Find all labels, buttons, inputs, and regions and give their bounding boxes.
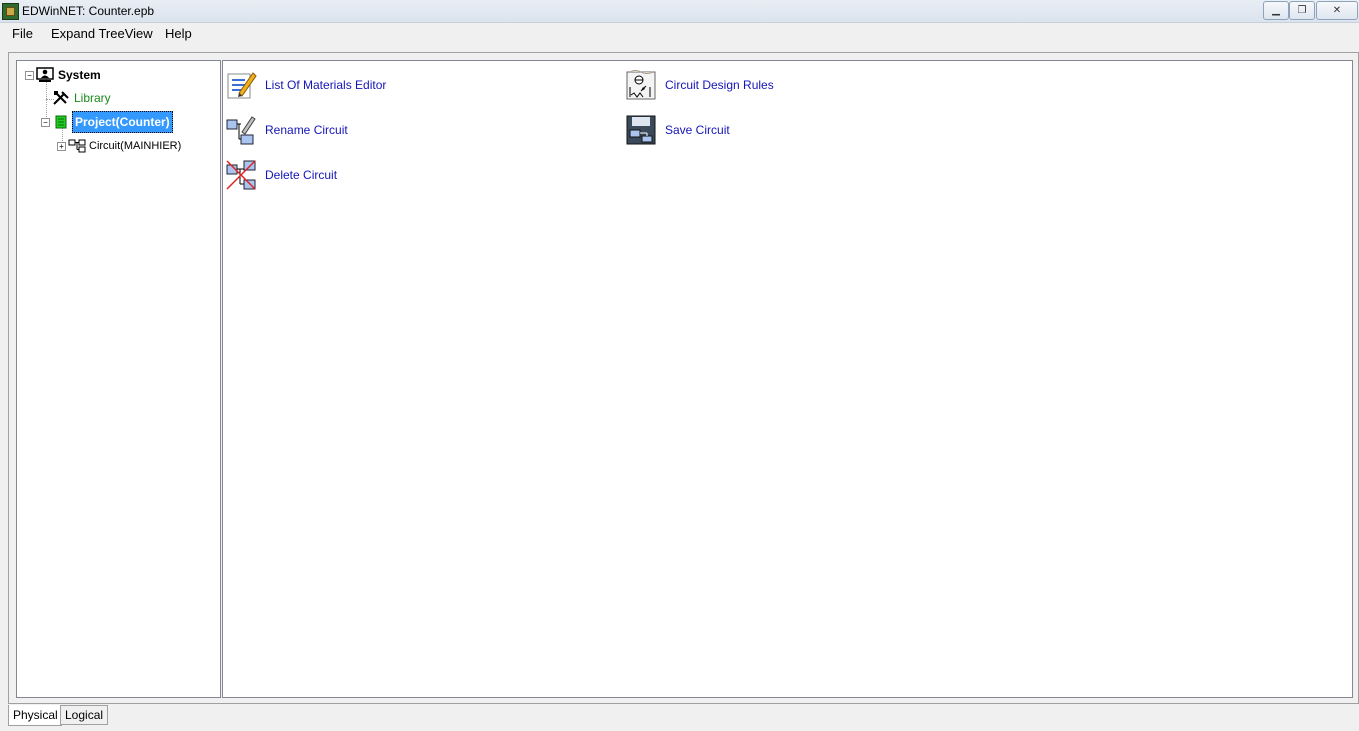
- tab-label: Physical: [13, 708, 58, 722]
- action-label: Delete Circuit: [265, 168, 338, 182]
- menu-help[interactable]: Help: [165, 26, 192, 41]
- tree-node-circuit[interactable]: + Circuit(MAINHIER): [57, 139, 181, 153]
- action-list-of-materials-editor[interactable]: List Of Materials Editor: [225, 69, 386, 101]
- tree-label-system: System: [58, 68, 101, 82]
- tab-physical[interactable]: Physical: [8, 705, 62, 726]
- app-icon: [2, 3, 19, 20]
- menu-expand-treeview[interactable]: Expand TreeView: [51, 26, 153, 41]
- close-button[interactable]: ✕: [1316, 1, 1358, 20]
- action-label: Rename Circuit: [265, 123, 348, 137]
- tree-label-circuit: Circuit(MAINHIER): [89, 140, 182, 152]
- circuit-hierarchy-icon: [68, 139, 86, 153]
- tree-label-library: Library: [74, 91, 111, 105]
- tree-label-project: Project(Counter): [72, 111, 173, 133]
- system-icon: [36, 67, 54, 82]
- maximize-button[interactable]: ❐: [1289, 1, 1315, 20]
- tree-node-project[interactable]: − Project(Counter): [41, 111, 173, 133]
- action-label: List Of Materials Editor: [265, 78, 387, 92]
- close-icon: ✕: [1332, 5, 1342, 16]
- expand-icon[interactable]: +: [57, 141, 66, 151]
- list-edit-icon: [227, 72, 257, 99]
- project-icon: [55, 115, 67, 129]
- title-bar: EDWinNET: Counter.epb ▁ ❐ ✕: [0, 0, 1359, 23]
- tab-logical[interactable]: Logical: [60, 705, 108, 725]
- maximize-icon: ❐: [1297, 5, 1307, 16]
- tools-icon: [53, 91, 69, 105]
- tree-node-library[interactable]: Library: [52, 90, 111, 106]
- design-rules-icon: [626, 70, 656, 100]
- actions-panel: List Of Materials Editor Circuit Design …: [222, 60, 1353, 698]
- action-save-circuit[interactable]: Save Circuit: [625, 114, 730, 146]
- tab-label: Logical: [65, 708, 104, 722]
- minimize-button[interactable]: ▁: [1263, 1, 1289, 20]
- action-delete-circuit[interactable]: Delete Circuit: [225, 159, 337, 191]
- tree-view[interactable]: − System Library − Project(Counter) + Ci…: [16, 60, 221, 698]
- tree-node-system[interactable]: − System: [25, 67, 101, 83]
- collapse-icon[interactable]: −: [41, 117, 50, 127]
- action-circuit-design-rules[interactable]: Circuit Design Rules: [625, 69, 774, 101]
- action-label: Circuit Design Rules: [665, 78, 774, 92]
- collapse-icon[interactable]: −: [25, 70, 34, 80]
- menu-bar: File Expand TreeView Help: [0, 23, 1359, 44]
- minimize-icon: ▁: [1272, 5, 1280, 16]
- save-circuit-icon: [626, 115, 656, 145]
- rename-circuit-icon: [226, 116, 256, 145]
- window-title: EDWinNET: Counter.epb: [22, 4, 155, 18]
- action-label: Save Circuit: [665, 123, 730, 137]
- delete-circuit-icon: [226, 160, 256, 190]
- action-rename-circuit[interactable]: Rename Circuit: [225, 114, 348, 146]
- menu-file[interactable]: File: [12, 26, 33, 41]
